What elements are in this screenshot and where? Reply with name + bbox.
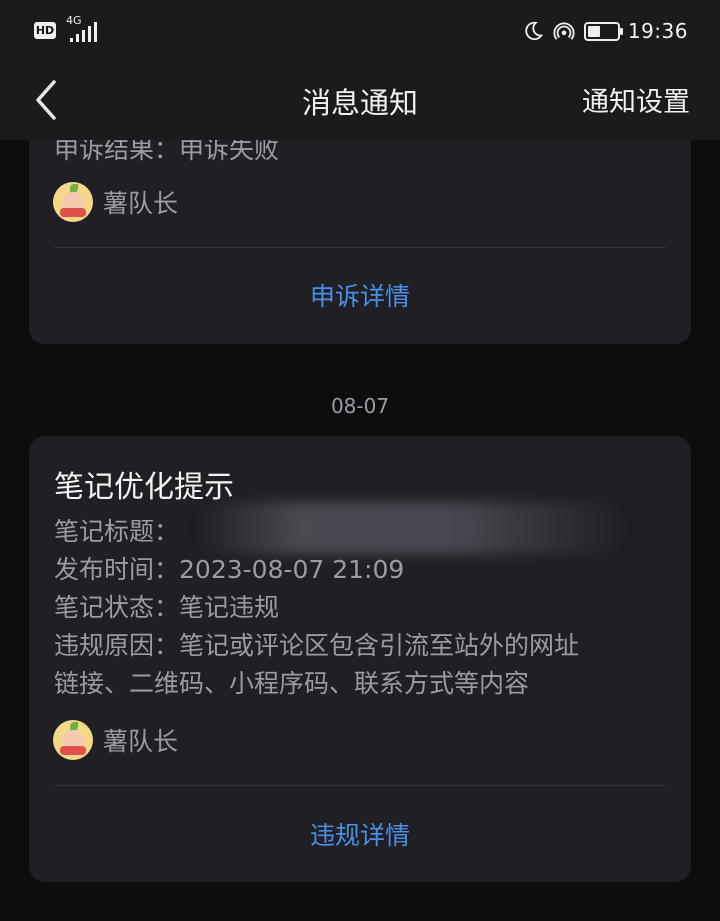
notification-settings-button[interactable]: 通知设置: [582, 80, 690, 119]
notification-card: 申诉结果：申诉失败 薯队长 申诉详情: [29, 140, 691, 344]
field-label: 违规原因：: [54, 631, 180, 660]
notification-card: 笔记优化提示 笔记标题： 发布时间：2023-08-07 21:09 笔记状态：…: [29, 436, 691, 882]
field-label: 笔记标题：: [54, 517, 180, 546]
author-name: 薯队长: [103, 189, 179, 218]
field-note-status: 笔记状态：笔记违规: [54, 588, 279, 624]
clock: 19:36: [627, 19, 688, 43]
field-value: 笔记或评论区包含引流至站外的网址: [179, 631, 580, 660]
notification-title: 笔记优化提示: [54, 470, 234, 505]
field-label: 笔记状态：: [54, 593, 180, 622]
signal-icon: [70, 22, 102, 42]
field-publish-time: 发布时间：2023-08-07 21:09: [54, 550, 404, 586]
author-row: 薯队长: [53, 182, 178, 222]
field-violation-reason: 违规原因：笔记或评论区包含引流至站外的网址: [54, 626, 579, 662]
redacted-title-blur: [196, 502, 626, 554]
notification-list[interactable]: 申诉结果：申诉失败 薯队长 申诉详情 08-07 笔记优化提示 笔记标题： 发布…: [0, 140, 720, 921]
nav-bar: 消息通知 通知设置: [0, 62, 720, 140]
divider: [54, 247, 666, 248]
avatar: [53, 720, 93, 760]
field-value: 2023-08-07 21:09: [179, 555, 405, 584]
field-note-title: 笔记标题：: [54, 512, 179, 548]
battery-icon: [583, 21, 623, 41]
hotspot-icon: [553, 22, 575, 40]
hd-badge: HD: [34, 22, 56, 39]
field-value: 笔记违规: [179, 593, 280, 622]
author-name: 薯队长: [103, 727, 179, 756]
field-label: 发布时间：: [54, 555, 180, 584]
avatar: [53, 182, 93, 222]
appeal-result-text: 申诉结果：申诉失败: [54, 140, 280, 164]
appeal-details-link[interactable]: 申诉详情: [29, 277, 691, 313]
divider: [54, 785, 666, 786]
violation-reason-continued: 链接、二维码、小程序码、联系方式等内容: [54, 669, 530, 698]
status-bar: HD 4G 19:36: [0, 0, 720, 62]
author-row: 薯队长: [53, 720, 178, 760]
date-separator: 08-07: [330, 394, 390, 418]
violation-details-link[interactable]: 违规详情: [29, 816, 691, 852]
moon-icon: [525, 21, 543, 41]
